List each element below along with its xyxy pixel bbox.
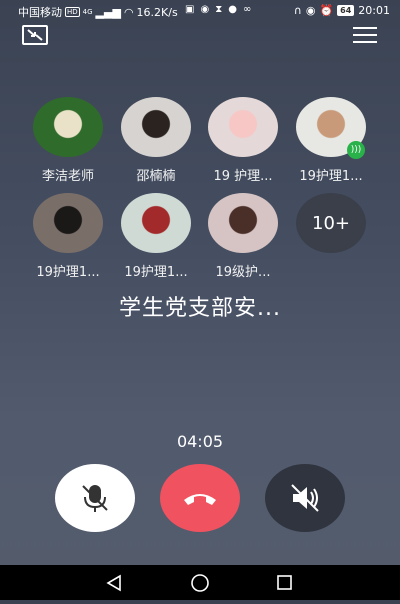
avatar [121,193,191,253]
menu-icon-line [353,27,377,29]
home-icon[interactable] [191,574,209,592]
notification-icons: ▣ ◉ ⧗ ● ∞ [185,4,251,15]
participant-name: 19护理1... [124,265,188,280]
participant-name: 邵楠楠 [136,169,176,184]
signal-icon: ▂▄▆ [95,5,121,19]
mute-button[interactable] [55,464,135,532]
participant-name: 李洁老师 [41,169,94,184]
participant-7[interactable]: 19级护... [199,193,287,280]
minimize-icon [27,29,43,41]
back-icon[interactable] [106,574,121,592]
more-participants-button[interactable]: 10+ [296,193,366,253]
participant-name: 19 护理... [213,169,273,184]
avatar [33,97,103,157]
participant-name: 19护理1... [299,169,363,184]
qq-icon: ● [228,4,237,15]
hd-badge: HD [65,7,80,17]
eye-icon: ◉ [305,4,316,17]
hourglass-icon: ⧗ [215,4,223,15]
clock-label: 20:01 [358,4,390,17]
avatar [208,97,278,157]
alarm-icon: ⏰ [319,4,334,17]
group-title: 学生党支部安... [119,296,281,321]
call-timer: 04:05 [176,432,224,451]
status-right: ∩ ◉ ⏰ 64 20:01 [294,4,390,17]
speaker-button[interactable] [265,464,345,532]
participant-5[interactable]: 19护理1... [24,193,112,280]
link-icon: ∞ [242,4,252,15]
shield-icon: ▣ [185,4,195,15]
recents-icon[interactable] [277,575,292,590]
participant-name: 19护理1... [36,265,100,280]
participant-3[interactable]: 19 护理... [199,97,287,184]
participant-6[interactable]: 19护理1... [112,193,200,280]
minimize-button[interactable] [22,25,48,45]
headset-icon: ∩ [293,4,302,17]
participant-2[interactable]: 邵楠楠 [112,97,200,184]
speed-label: 16.2K/s [136,5,178,19]
speaker-off-icon [291,484,319,512]
participant-name: 19级护... [215,265,271,280]
wifi-icon: ◠ [123,5,134,19]
speaking-indicator-icon: ))) [347,141,365,159]
mic-off-icon [82,485,108,512]
battery-indicator: 64 [337,5,355,16]
participant-4[interactable]: 19护理1... [287,97,375,184]
nav-icons [106,574,292,592]
hangup-button[interactable] [160,464,240,532]
participant-1[interactable]: 李洁老师 [24,97,112,184]
menu-icon-line [353,34,377,36]
status-left: 中国移动 HD 4G ▂▄▆ ◠ 16.2K/s [18,4,178,20]
menu-icon-line [353,41,377,43]
app-icon: ◉ [200,4,210,15]
menu-button[interactable] [353,27,377,45]
network-label: 4G [82,8,93,16]
hangup-icon [184,494,216,505]
status-bar: 中国移动 HD 4G ▂▄▆ ◠ 16.2K/s ▣ ◉ ⧗ ● ∞ ∩ ◉ ⏰… [0,0,400,22]
carrier-label: 中国移动 [18,6,62,19]
avatar [33,193,103,253]
avatar [121,97,191,157]
navigation-bar [0,565,400,600]
avatar [208,193,278,253]
